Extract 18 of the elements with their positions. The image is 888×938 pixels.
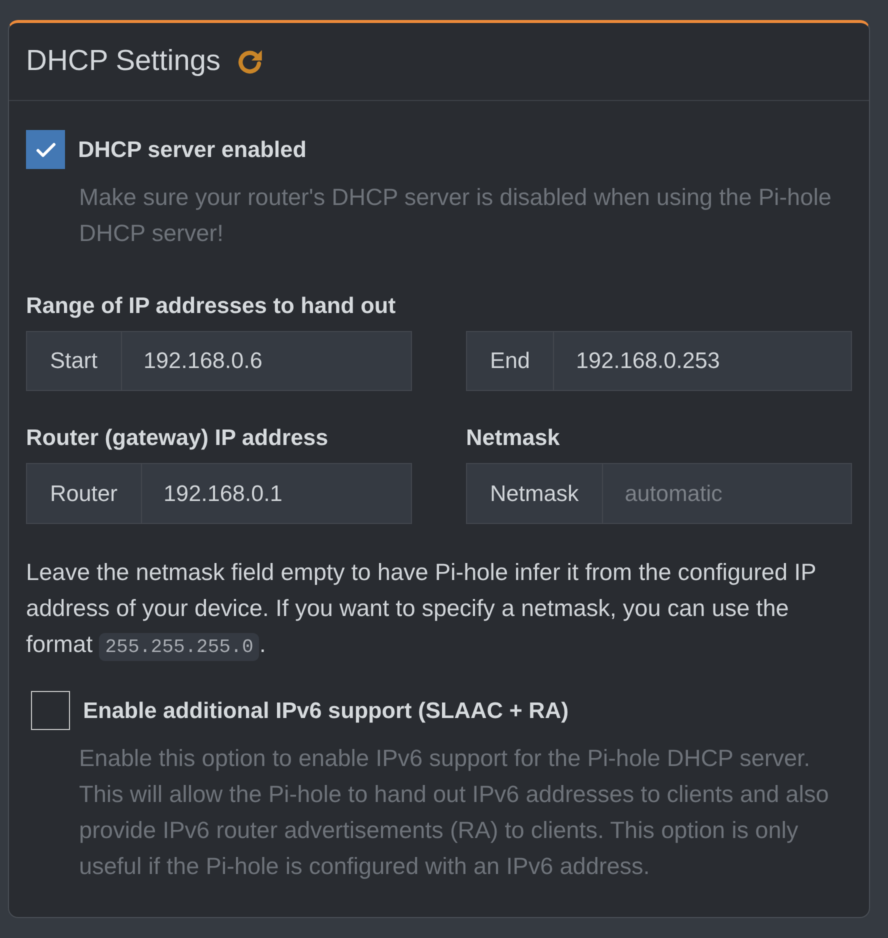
field-label: Netmask xyxy=(466,425,561,451)
netmask-note: Leave the netmask field empty to have Pi-hole infer it from the configured IP address of your device. If you want to specify a netmask, you can use the format 255.255.255.0 . xyxy=(26,554,852,665)
input-field[interactable]: automatic xyxy=(602,463,852,524)
input-addon: Netmask xyxy=(466,463,602,524)
help-text: Enable this option to enable IPv6 support for the Pi-hole DHCP server. This will allow the Pi-hole to hand out IPv6 addresses to clients and also provide IPv6 router advertisements (RA) to clients. This option is only useful if the Pi-hole is configured with an IPv6 address. xyxy=(79,744,830,881)
checkbox-label[interactable]: DHCP server enabled xyxy=(78,136,306,162)
input-addon: Router xyxy=(26,463,141,524)
input-field[interactable]: 192.168.0.6 xyxy=(120,331,412,391)
help-text: Make sure your router's DHCP server is disabled when using the Pi-hole DHCP server! xyxy=(79,183,832,248)
panel-title: DHCP Settings xyxy=(26,45,220,78)
field-group-label: Range of IP addresses to hand out xyxy=(26,293,397,319)
input-field[interactable]: 192.168.0.253 xyxy=(553,331,852,391)
input-field[interactable]: 192.168.0.1 xyxy=(140,463,412,524)
input-addon: End xyxy=(466,331,554,391)
checkbox[interactable] xyxy=(26,130,65,169)
input-addon: Start xyxy=(26,331,121,391)
checkbox-label[interactable]: Enable additional IPv6 support (SLAAC + RA) xyxy=(83,698,569,724)
field-label: Router (gateway) IP address xyxy=(26,425,330,451)
